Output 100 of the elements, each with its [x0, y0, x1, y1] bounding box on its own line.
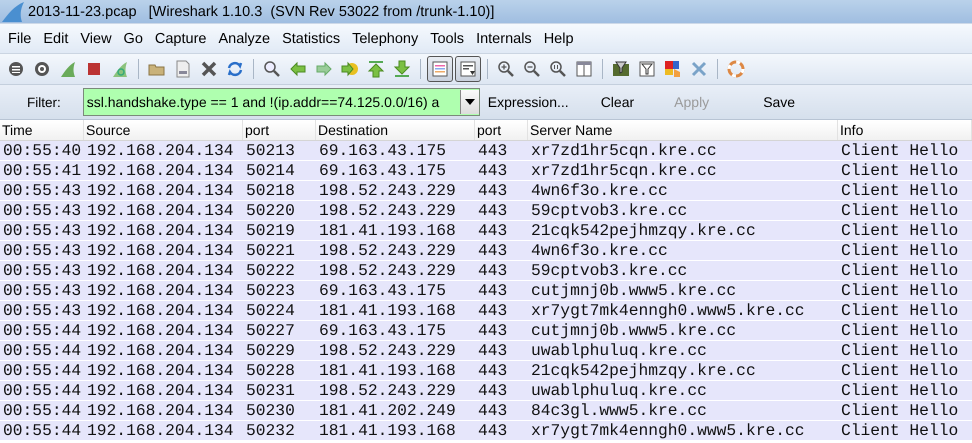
menu-item[interactable]: Edit — [37, 30, 74, 46]
packet-row[interactable]: 00:55:43 192.168.204.134 50221 198.52.243.229 443 4wn6f3o.kre.cc Client Hello — [0, 241, 972, 261]
table-cell-text: 192.168.204.134 — [86, 201, 235, 220]
table-cell-text: Client Hello — [840, 301, 960, 320]
packet-row[interactable]: 00:55:43 192.168.204.134 50220 198.52.243.229 443 59cptvob3.kre.cc Client Hello — [0, 201, 972, 221]
menu-item[interactable]: Telephony — [346, 30, 424, 46]
table-cell-text: 181.41.193.168 — [318, 361, 457, 380]
close-icon — [200, 60, 218, 78]
table-cell-text: 50224 — [245, 301, 296, 320]
table-cell-text: 443 — [477, 221, 508, 240]
table-cell-text: 50228 — [245, 361, 296, 380]
packet-row[interactable]: 00:55:43 192.168.204.134 50219 181.41.193.168 443 21cqk542pejhmzqy.kre.cc Client Hello — [0, 221, 972, 241]
dropdown-button[interactable] — [460, 90, 479, 114]
toggle-button[interactable] — [427, 56, 453, 82]
list-icon — [459, 60, 477, 78]
table-cell-text: Client Hello — [840, 421, 960, 440]
table-cell-text: 00:55:40 — [2, 141, 82, 160]
packet-row[interactable]: 00:55:44 192.168.204.134 50229 198.52.243.229 443 uwablphuluq.kre.cc Client Hello — [0, 341, 972, 361]
filter-button[interactable]: Expression... — [482, 94, 575, 110]
packet-row[interactable]: 00:55:44 192.168.204.134 50231 198.52.243.229 443 uwablphuluq.kre.cc Client Hello — [0, 381, 972, 401]
packet-row[interactable]: 00:55:41 192.168.204.134 50214 69.163.43.175 443 xr7zd1hr5cqn.kre.cc Client Hello — [0, 161, 972, 181]
packet-row[interactable]: 00:55:44 192.168.204.134 50228 181.41.193.168 443 21cqk542pejhmzqy.kre.cc Client Hello — [0, 361, 972, 381]
menu-item[interactable]: Internals — [470, 30, 538, 46]
table-cell-text: 192.168.204.134 — [86, 221, 235, 240]
lifebuoy-icon — [727, 60, 745, 78]
packet-row[interactable]: 00:55:40 192.168.204.134 50213 69.163.43.175 443 xr7zd1hr5cqn.kre.cc Client Hello — [0, 141, 972, 161]
menu-item[interactable]: Help — [538, 30, 580, 46]
filter-field[interactable]: ssl.handshake.type == 1 and !(ip.addr==74.125.0.0/16) a — [82, 88, 480, 116]
table-cell-text: 50219 — [245, 221, 296, 240]
table-cell-text: 00:55:44 — [2, 341, 82, 360]
packet-row[interactable]: 00:55:44 192.168.204.134 50230 181.41.202.249 443 84c3gl.www5.kre.cc Client Hello — [0, 401, 972, 421]
table-cell-text: 50220 — [245, 201, 296, 220]
column-header[interactable]: Server Name — [528, 120, 838, 140]
menu-item[interactable]: Capture — [148, 30, 212, 46]
column-header[interactable]: Info — [838, 120, 972, 140]
menu-item[interactable]: Statistics — [276, 30, 346, 46]
column-header[interactable]: Time — [0, 120, 84, 140]
table-cell-text: 00:55:44 — [2, 401, 82, 420]
table-cell-text: 00:55:44 — [2, 381, 82, 400]
toggle-button[interactable] — [455, 56, 481, 82]
menu-item[interactable]: View — [74, 30, 118, 46]
table-cell-text: 443 — [477, 381, 508, 400]
zoom-reset-icon — [549, 60, 567, 78]
document-icon — [174, 60, 192, 78]
table-cell-text: 192.168.204.134 — [86, 281, 235, 300]
table-cell-text: 192.168.204.134 — [86, 301, 235, 320]
table-cell-text: 00:55:43 — [2, 221, 82, 240]
packet-row[interactable]: 00:55:44 192.168.204.134 50227 69.163.43.175 443 cutjmnj0b.www5.kre.cc Client Hello — [0, 321, 972, 341]
table-cell-text: 4wn6f3o.kre.cc — [530, 181, 669, 200]
gear-icon — [33, 60, 51, 78]
menu-item[interactable]: File — [2, 30, 38, 46]
table-cell-text: 50231 — [245, 381, 296, 400]
table-cell-text: 50230 — [245, 401, 296, 420]
table-cell-text: 192.168.204.134 — [86, 181, 235, 200]
packet-row[interactable]: 00:55:43 192.168.204.134 50223 69.163.43.175 443 cutjmnj0b.www5.kre.cc Client Hello — [0, 281, 972, 301]
table-cell-text: 00:55:43 — [2, 181, 82, 200]
filter-button[interactable]: Clear — [594, 94, 640, 110]
packet-row[interactable]: 00:55:43 192.168.204.134 50218 198.52.243.229 443 4wn6f3o.kre.cc Client Hello — [0, 181, 972, 201]
filter-icon — [612, 60, 630, 78]
table-cell-text: 181.41.193.168 — [318, 221, 457, 240]
menu-item[interactable]: Go — [118, 30, 149, 46]
table-cell-text: 181.41.193.168 — [318, 421, 457, 440]
column-header[interactable]: Source — [84, 120, 243, 140]
table-cell-text: 69.163.43.175 — [318, 321, 448, 340]
table-cell-text: Client Hello — [840, 381, 960, 400]
table-cell-text: 443 — [477, 141, 508, 160]
table-cell-text: 181.41.202.249 — [318, 401, 457, 420]
down-arrow-icon — [393, 60, 411, 78]
table-cell-text: 443 — [477, 401, 508, 420]
table-cell-text: uwablphuluq.kre.cc — [530, 341, 708, 360]
column-header[interactable]: port — [475, 120, 528, 140]
table-cell-text: Client Hello — [840, 361, 960, 380]
column-header[interactable]: Destination — [316, 120, 475, 140]
packet-row[interactable]: 00:55:43 192.168.204.134 50224 181.41.193.168 443 xr7ygt7mk4enngh0.www5.kre.cc Client Hello — [0, 301, 972, 321]
table-cell-text: 69.163.43.175 — [318, 281, 448, 300]
packet-row[interactable]: 00:55:43 192.168.204.134 50222 198.52.243.229 443 59cptvob3.kre.cc Client Hello — [0, 261, 972, 281]
table-cell-text: 443 — [477, 321, 508, 340]
table-cell-text: Client Hello — [840, 221, 960, 240]
table-cell-text: Client Hello — [840, 281, 960, 300]
table-cell-text: Client Hello — [840, 181, 960, 200]
table-cell-text: xr7zd1hr5cqn.kre.cc — [530, 161, 718, 180]
table-cell-text: 192.168.204.134 — [86, 261, 235, 280]
table-cell-text: 443 — [477, 161, 508, 180]
filter-button[interactable]: Save — [757, 94, 802, 110]
table-cell-text: 443 — [477, 421, 508, 440]
stop-icon — [85, 60, 103, 78]
menu-item[interactable]: Analyze — [212, 30, 276, 46]
filter-label: Filter: — [27, 94, 61, 110]
fin-icon — [0, 2, 26, 22]
table-cell-text: 192.168.204.134 — [86, 361, 235, 380]
table-cell-text: 198.52.243.229 — [318, 181, 457, 200]
right-arrow-icon — [315, 60, 333, 78]
menu-item[interactable]: Tools — [424, 30, 470, 46]
table-cell-text: Client Hello — [840, 261, 960, 280]
table-cell-text: xr7ygt7mk4enngh0.www5.kre.cc — [530, 421, 806, 440]
table-cell-text: 50222 — [245, 261, 296, 280]
table-cell-text: 00:55:44 — [2, 361, 82, 380]
table-cell-text: Client Hello — [840, 321, 960, 340]
packet-row[interactable]: 00:55:44 192.168.204.134 50232 181.41.193.168 443 xr7ygt7mk4enngh0.www5.kre.cc Client Hello — [0, 421, 972, 441]
column-header[interactable]: port — [243, 120, 316, 140]
